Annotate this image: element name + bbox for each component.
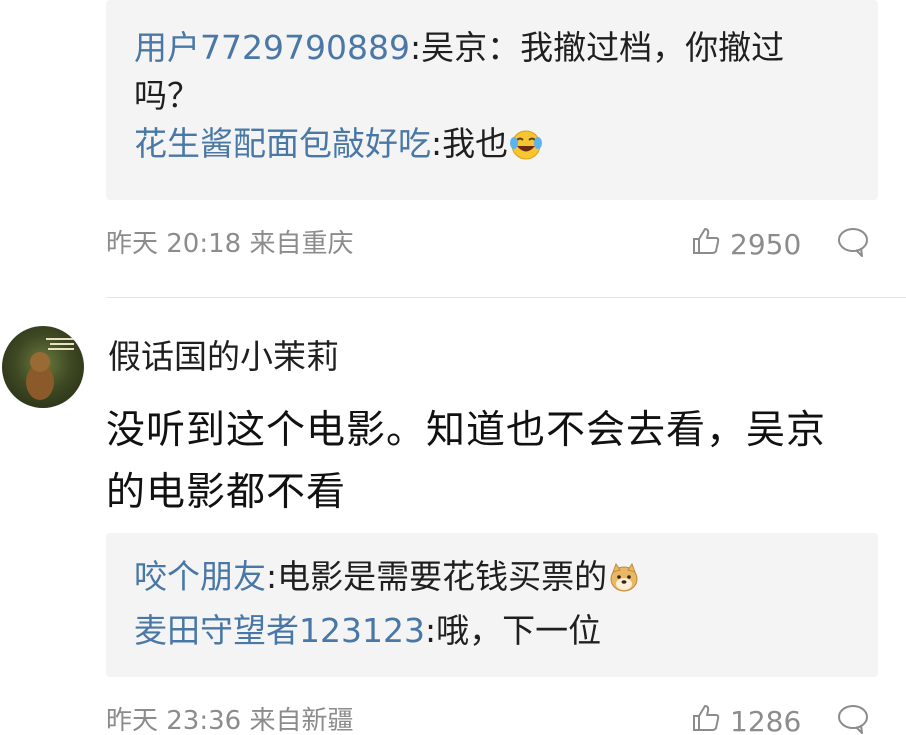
divider — [106, 297, 906, 298]
comment-bubble-icon — [836, 703, 870, 735]
reply-separator: : — [424, 611, 437, 650]
comment-meta: 昨天 20:18 来自重庆 2950 — [106, 224, 878, 264]
comment-bubble-icon — [836, 226, 870, 262]
like-button[interactable]: 2950 — [690, 224, 801, 264]
laugh-cry-icon — [508, 126, 544, 174]
reply-button[interactable] — [836, 701, 872, 735]
comment-text-line: 没听到这个电影。知道也不会去看，吴京 — [106, 408, 827, 453]
reply-text: 吴京：我撤过档，你撤过 — [421, 28, 785, 67]
reply-username[interactable]: 麦田守望者123123 — [134, 611, 425, 650]
reply-thread[interactable]: 咬个朋友:电影是需要花钱买票的 麦田守望者123123:哦，下一位 — [106, 533, 878, 677]
reply-username[interactable]: 用户7729790889 — [134, 28, 410, 67]
commenter-name[interactable]: 假话国的小茉莉 — [108, 335, 339, 379]
avatar[interactable] — [2, 326, 84, 408]
reply-thread[interactable]: 用户7729790889:吴京：我撤过档，你撤过 吗？ 花生酱配面包敲好吃:我也 — [106, 0, 878, 200]
comment-time: 昨天 20:18 — [106, 229, 242, 259]
reply-button[interactable] — [836, 224, 872, 264]
reply-text: 哦，下一位 — [436, 611, 602, 650]
thumbs-up-icon — [690, 702, 722, 735]
like-count: 1286 — [730, 704, 802, 735]
reply-text-continued: 吗？ — [134, 76, 200, 115]
like-count: 2950 — [730, 227, 802, 261]
reply-username[interactable]: 咬个朋友 — [134, 557, 266, 596]
reply-text: 电影是需要花钱买票的 — [277, 557, 608, 596]
reply-separator: : — [409, 28, 422, 67]
comment-text-line: 的电影都不看 — [106, 470, 347, 515]
comment-meta: 昨天 23:36 来自新疆 1286 — [106, 701, 878, 735]
comment-feed: 用户7729790889:吴京：我撤过档，你撤过 吗？ 花生酱配面包敲好吃:我也… — [0, 0, 906, 735]
comment-location: 来自新疆 — [249, 706, 354, 735]
like-button[interactable]: 1286 — [690, 701, 801, 735]
reply-separator: : — [431, 124, 443, 163]
thumbs-up-icon — [690, 225, 722, 264]
doge-icon — [607, 559, 641, 607]
reply-item[interactable]: 麦田守望者123123:哦，下一位 — [134, 607, 878, 655]
reply-item[interactable]: 用户7729790889:吴京：我撤过档，你撤过 — [134, 24, 878, 72]
comment-time: 昨天 23:36 — [106, 706, 242, 735]
reply-text: 我也 — [442, 124, 509, 163]
reply-item[interactable]: 咬个朋友:电影是需要花钱买票的 — [134, 553, 878, 607]
reply-item[interactable]: 花生酱配面包敲好吃:我也 — [134, 120, 878, 174]
reply-username[interactable]: 花生酱配面包敲好吃 — [134, 124, 431, 163]
comment-location: 来自重庆 — [249, 229, 354, 259]
comment-body: 没听到这个电影。知道也不会去看，吴京 的电影都不看 — [106, 400, 886, 524]
reply-separator: : — [266, 557, 278, 596]
